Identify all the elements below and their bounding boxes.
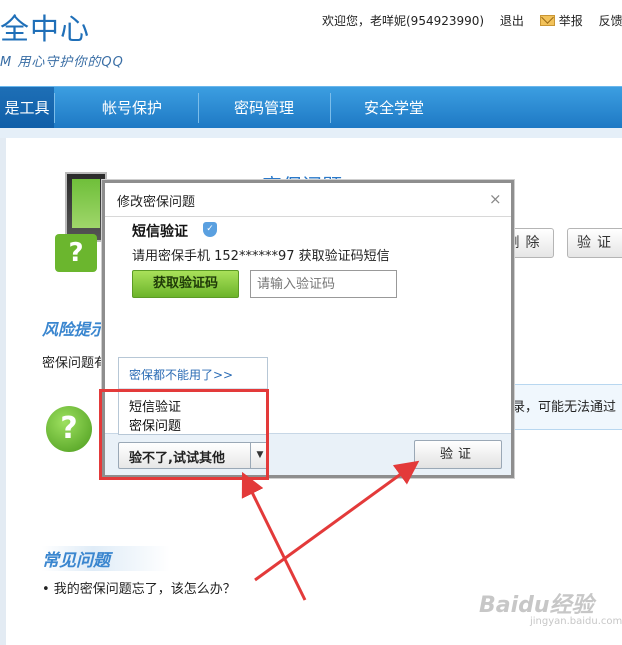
- annotation-arrow-left: [241, 471, 307, 601]
- annotation-arrow-right: [254, 460, 420, 582]
- annotation-arrows: [241, 460, 420, 601]
